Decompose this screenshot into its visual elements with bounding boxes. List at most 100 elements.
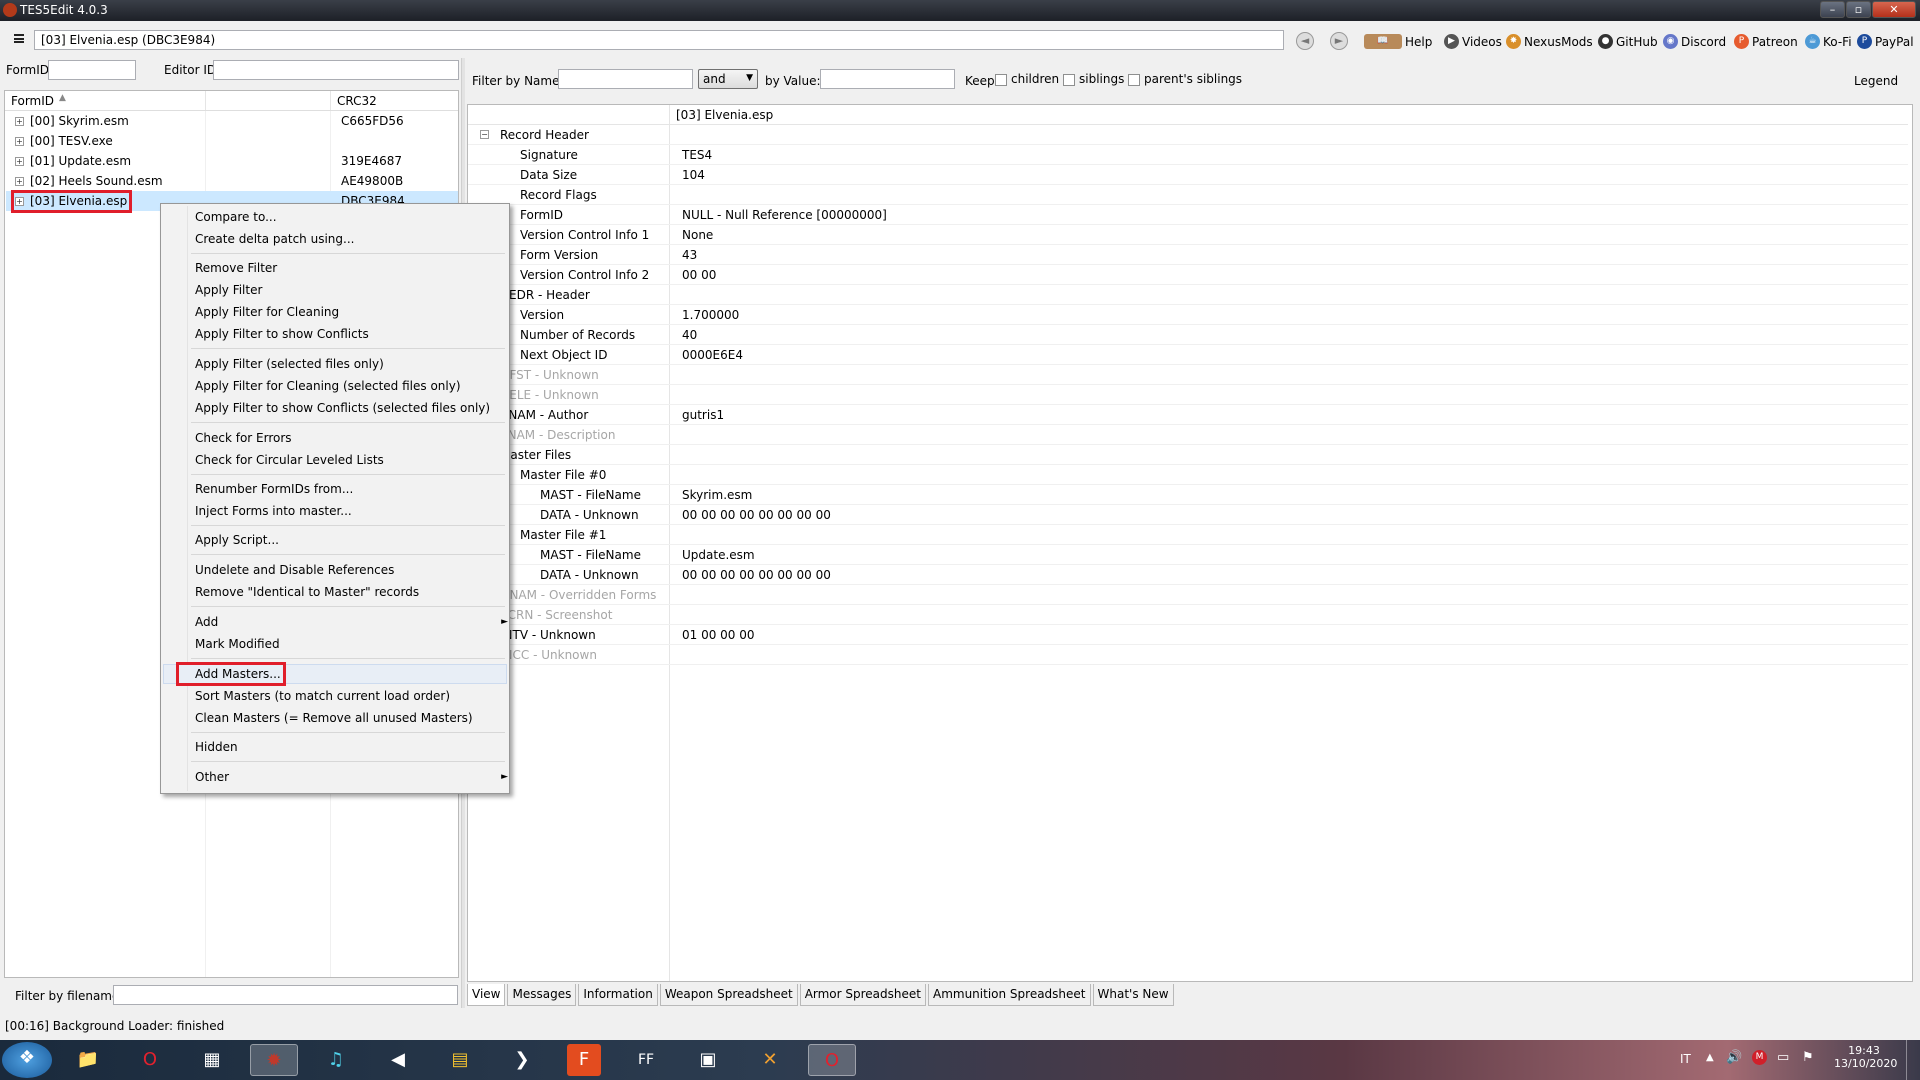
f-app-icon[interactable]: F [567,1044,601,1076]
record-row[interactable]: DATA - Unknown 00 00 00 00 00 00 00 00 [468,505,1908,525]
vlc-icon[interactable]: ◀ [374,1044,422,1076]
tray-m-icon[interactable]: M [1752,1050,1767,1065]
start-icon[interactable]: ❖ [2,1042,52,1078]
menu-item-check-circular[interactable]: Check for Circular Leveled Lists [195,450,384,470]
col-formid-header[interactable]: FormID [11,94,54,108]
filter-operator-select[interactable]: and ▼ [698,69,758,89]
children-checkbox[interactable]: children [995,72,1059,86]
github-link[interactable]: ● GitHub [1598,34,1658,49]
menu-item-apply-script[interactable]: Apply Script... [195,530,279,550]
discord-link[interactable]: ◉ Discord [1663,34,1726,49]
show-desktop-button[interactable] [1906,1040,1920,1080]
record-row[interactable]: INCC - Unknown [468,645,1908,665]
tab-whats-new[interactable]: What's New [1092,984,1174,1006]
tree-row[interactable]: + [02] Heels Sound.esm AE49800B [15,171,455,191]
menu-item-remove-itm[interactable]: Remove "Identical to Master" records [195,582,419,602]
record-row[interactable]: Next Object ID 0000E6E4 [468,345,1908,365]
record-row[interactable]: Record Flags [468,185,1908,205]
menu-item-remove-filter[interactable]: Remove Filter [195,258,277,278]
record-row[interactable]: OFST - Unknown [468,365,1908,385]
x-app-icon[interactable]: ✕ [746,1044,794,1076]
videos-link[interactable]: ▶ Videos [1444,34,1502,49]
record-row[interactable]: INTV - Unknown 01 00 00 00 [468,625,1908,645]
tab-messages[interactable]: Messages [507,984,577,1006]
menu-item-sort-masters[interactable]: Sort Masters (to match current load orde… [195,686,450,706]
close-button[interactable]: ✕ [1872,1,1916,18]
tray-up-icon[interactable]: ▲ [1706,1052,1714,1063]
maximize-button[interactable]: ▫ [1846,1,1871,18]
record-row[interactable]: − Record Header [468,125,1908,145]
formid-input[interactable] [48,60,136,80]
opera-icon[interactable]: O [126,1044,174,1076]
menu-item-apply-filter-conflicts-selected[interactable]: Apply Filter to show Conflicts (selected… [195,398,490,418]
menu-icon[interactable] [14,34,24,43]
filter-filename-input[interactable] [113,985,458,1005]
col-crc-header[interactable]: CRC32 [337,94,377,108]
record-row[interactable]: Version 1.700000 [468,305,1908,325]
record-row[interactable]: CNAM - Author gutris1 [468,405,1908,425]
forward-icon[interactable]: ► [1330,32,1348,50]
help-link[interactable]: 📖 Help [1364,34,1432,49]
record-row[interactable]: SNAM - Description [468,425,1908,445]
menu-item-check-errors[interactable]: Check for Errors [195,428,292,448]
ffdec-icon[interactable]: FF [622,1044,670,1076]
menu-item-hidden[interactable]: Hidden [195,737,238,757]
expand-icon[interactable]: + [15,157,24,166]
filter-value-input[interactable] [820,69,955,89]
record-row[interactable]: Master Files [468,445,1908,465]
tree-row[interactable]: + [00] Skyrim.esm C665FD56 [15,111,455,131]
menu-item-mark-modified[interactable]: Mark Modified [195,634,280,654]
menu-item-compare-to[interactable]: Compare to... [195,207,277,227]
parents-siblings-checkbox[interactable]: parent's siblings [1128,72,1242,86]
tab-information[interactable]: Information [578,984,658,1006]
menu-item-undelete-disable[interactable]: Undelete and Disable References [195,560,394,580]
menu-item-inject-forms[interactable]: Inject Forms into master... [195,501,352,521]
menu-item-apply-filter-cleaning-selected[interactable]: Apply Filter for Cleaning (selected file… [195,376,461,396]
record-row[interactable]: Master File #1 [468,525,1908,545]
record-row[interactable]: FormID NULL - Null Reference [00000000] [468,205,1908,225]
expand-icon[interactable]: + [15,137,24,146]
file-path-field[interactable]: [03] Elvenia.esp (DBC3E984) [34,30,1284,50]
menu-item-apply-filter[interactable]: Apply Filter [195,280,262,300]
menu-item-apply-filter-selected[interactable]: Apply Filter (selected files only) [195,354,384,374]
filter-name-input[interactable] [558,69,693,89]
music-icon[interactable]: ♫ [312,1044,360,1076]
menu-item-clean-masters[interactable]: Clean Masters (= Remove all unused Maste… [195,708,473,728]
checkbox-icon[interactable] [1063,73,1075,86]
language-indicator[interactable]: IT [1680,1052,1691,1066]
checkbox-icon[interactable] [1128,73,1140,86]
record-row[interactable]: Version Control Info 2 00 00 [468,265,1908,285]
opera-active-icon[interactable]: O [808,1044,856,1076]
record-view[interactable]: [03] Elvenia.esp − Record Header Signature… [467,104,1913,982]
tab-armor-spreadsheet[interactable]: Armor Spreadsheet [799,984,926,1006]
record-row[interactable]: Form Version 43 [468,245,1908,265]
record-row[interactable]: Data Size 104 [468,165,1908,185]
window-icon[interactable]: ▣ [684,1044,732,1076]
back-icon[interactable]: ◄ [1296,32,1314,50]
tab-weapon-spreadsheet[interactable]: Weapon Spreadsheet [659,984,798,1006]
record-row[interactable]: Master File #0 [468,465,1908,485]
expand-icon[interactable]: + [15,117,24,126]
menu-item-add[interactable]: Add ► [195,612,508,632]
record-row[interactable]: MAST - FileName Skyrim.esm [468,485,1908,505]
record-row[interactable]: DATA - Unknown 00 00 00 00 00 00 00 00 [468,565,1908,585]
record-row[interactable]: SCRN - Screenshot [468,605,1908,625]
record-row[interactable]: HEDR - Header [468,285,1908,305]
tab-ammunition-spreadsheet[interactable]: Ammunition Spreadsheet [927,984,1091,1006]
record-row[interactable]: Version Control Info 1 None [468,225,1908,245]
nexusmods-link[interactable]: ✸ NexusMods [1506,34,1593,49]
expand-icon[interactable]: + [15,177,24,186]
tab-view[interactable]: View [467,984,506,1006]
patreon-link[interactable]: P Patreon [1734,34,1798,49]
notes-icon[interactable]: ▤ [436,1044,484,1076]
record-row[interactable]: Number of Records 40 [468,325,1908,345]
editorid-input[interactable] [213,60,459,80]
media-icon[interactable]: ▦ [188,1044,236,1076]
tree-row[interactable]: + [01] Update.esm 319E4687 [15,151,455,171]
network-icon[interactable]: ▭ [1777,1050,1789,1065]
minimize-button[interactable]: – [1820,1,1845,18]
menu-item-create-delta-patch[interactable]: Create delta patch using... [195,229,354,249]
legend-button[interactable]: Legend [1854,74,1898,88]
siblings-checkbox[interactable]: siblings [1063,72,1124,86]
record-row[interactable]: ONAM - Overridden Forms [468,585,1908,605]
